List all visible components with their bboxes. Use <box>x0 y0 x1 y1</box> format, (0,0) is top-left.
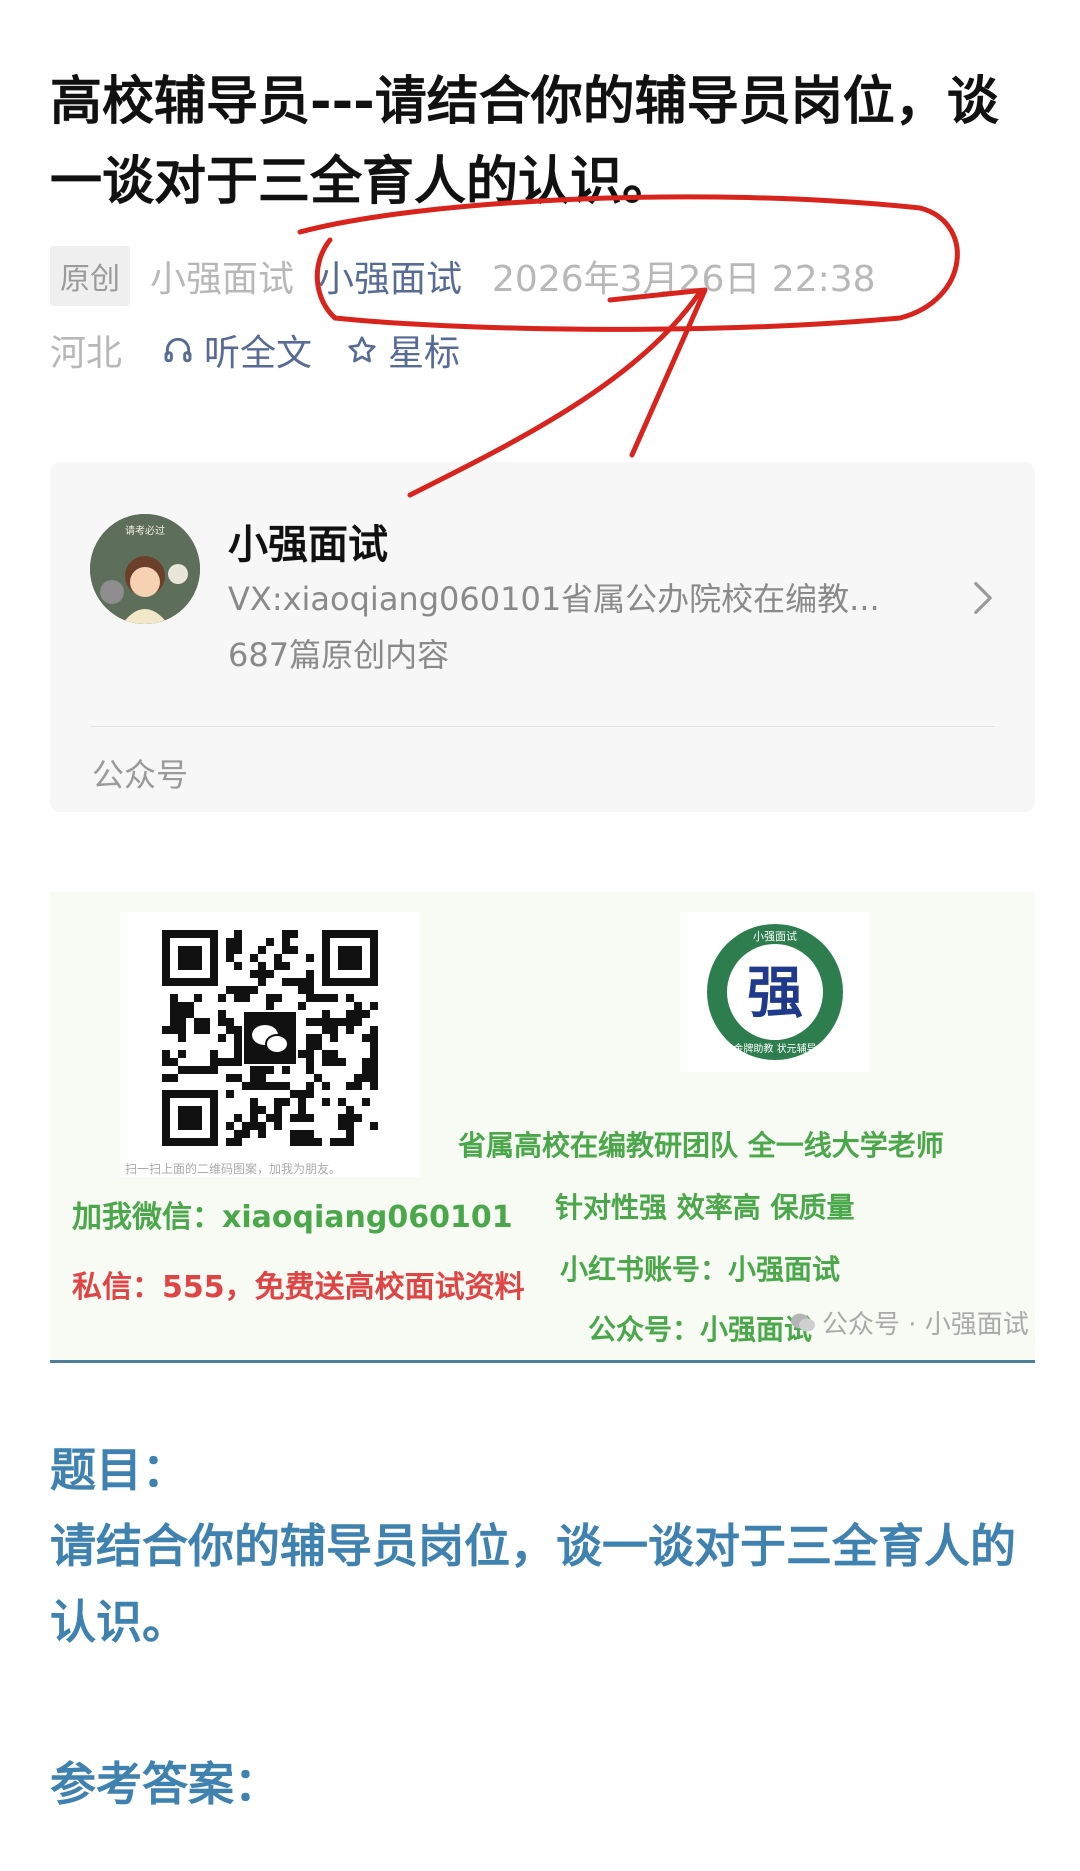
brand-logo: 强 小强面试 金牌助教 状元辅导 <box>680 912 870 1072</box>
qr-code <box>120 912 420 1177</box>
star-outline-icon <box>348 336 376 363</box>
account-link[interactable]: 小强面试 <box>318 250 462 302</box>
wechat-id-line: 加我微信：xiaoqiang060101 <box>72 1200 513 1235</box>
listen-label: 听全文 <box>204 333 313 374</box>
star-button[interactable]: 星标 <box>346 324 460 376</box>
chevron-right-icon[interactable] <box>971 580 995 616</box>
question-body: 请结合你的辅导员岗位，谈一谈对于三全育人的认识。 <box>50 1519 1016 1649</box>
logo-char: 强 <box>747 960 803 1026</box>
article-meta: 原创 小强面试 小强面试 2026年3月26日 22:38 <box>50 246 876 306</box>
xiaohongshu-line: 小红书账号：小强面试 <box>560 1253 841 1286</box>
logo-ring-top: 小强面试 <box>753 930 797 943</box>
answer-heading: 参考答案： <box>50 1757 280 1811</box>
logo-ring-bottom: 金牌助教 状元辅导 <box>733 1042 816 1055</box>
avatar-caption: 请考必过 <box>125 524 165 537</box>
red-arrow-head <box>607 287 708 458</box>
question-heading: 题目： <box>50 1443 188 1497</box>
wechat-icon <box>791 1313 815 1331</box>
account-type-label: 公众号 <box>92 756 189 794</box>
account-avatar: 请考必过 <box>90 514 200 624</box>
article-title: 高校辅导员---请结合你的辅导员岗位，谈一谈对于三全育人的认识。 <box>50 72 999 212</box>
original-tag: 原创 <box>50 246 130 306</box>
author-name: 小强面试 <box>150 259 295 300</box>
listen-button[interactable]: 听全文 <box>162 324 312 376</box>
qr-caption: 扫一扫上面的二维码图案，加我为朋友。 <box>125 1162 342 1176</box>
account-description: VX:xiaoqiang060101省属公办院校在编教... <box>228 580 880 618</box>
feature-line: 针对性强 效率高 保质量 <box>555 1191 855 1224</box>
article-meta-secondary: 河北 听全文 星标 <box>50 322 494 378</box>
team-line: 省属高校在编教研团队 全一线大学老师 <box>458 1129 944 1162</box>
ip-location: 河北 <box>50 333 123 374</box>
star-label: 星标 <box>388 333 461 374</box>
account-name: 小强面试 <box>228 522 388 568</box>
gift-line: 私信：555，免费送高校面试资料 <box>72 1270 525 1305</box>
gongzhonghao-line: 公众号：小强面试 <box>588 1313 813 1346</box>
original-count: 687篇原创内容 <box>228 636 450 674</box>
publish-date: 2026年3月26日 22:38 <box>492 259 876 300</box>
promo-banner-image: 扫一扫上面的二维码图案，加我为朋友。 加我微信：xiaoqiang060101 … <box>50 892 1035 1363</box>
card-divider <box>90 726 995 727</box>
headphones-icon <box>164 337 192 363</box>
account-profile-card[interactable]: 请考必过 小强面试 VX:xiaoqiang060101省属公办院校在编教...… <box>50 462 1035 812</box>
watermark-text: 公众号 · 小强面试 <box>822 1310 1029 1340</box>
watermark: 公众号 · 小强面试 <box>790 1304 1029 1341</box>
